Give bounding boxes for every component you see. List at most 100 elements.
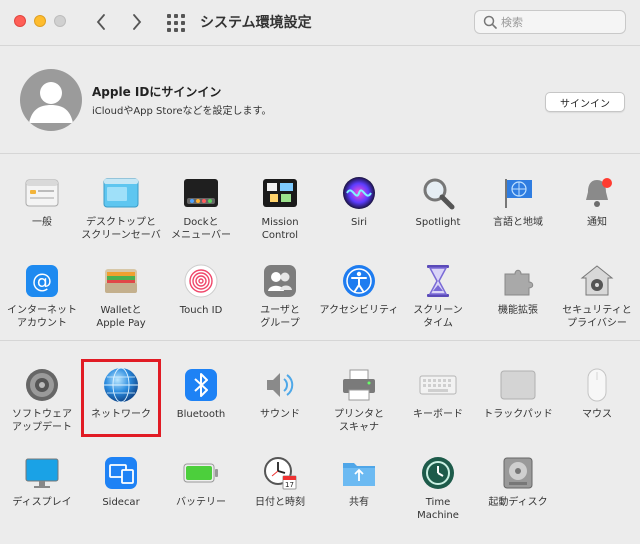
pane-label: バッテリー — [176, 497, 226, 508]
pane-battery[interactable]: バッテリー — [161, 454, 241, 530]
pane-accessibility[interactable]: アクセシビリティ — [319, 262, 399, 338]
pane-label: ディスプレイ — [12, 497, 72, 508]
pane-label: Bluetooth — [176, 409, 226, 420]
pane-internet-accounts[interactable]: @ インターネット アカウント — [2, 262, 82, 338]
pane-label: Walletと Apple Pay — [96, 305, 146, 329]
pane-label: Touch ID — [179, 305, 223, 316]
pane-label: Mission Control — [261, 217, 299, 241]
pane-software-update[interactable]: ソフトウェア アップデート — [2, 366, 82, 442]
notifications-icon — [578, 174, 616, 212]
window-title: システム環境設定 — [200, 15, 312, 31]
show-all-grid-icon[interactable] — [166, 13, 186, 33]
mouse-icon — [578, 366, 616, 404]
pane-screen-time[interactable]: スクリーン タイム — [398, 262, 478, 338]
search-box[interactable] — [474, 10, 626, 34]
pane-label: Sidecar — [102, 497, 140, 508]
pane-sound[interactable]: サウンド — [240, 366, 320, 442]
wallet-icon — [102, 262, 140, 300]
touch-id-icon — [182, 262, 220, 300]
pane-label: キーボード — [413, 409, 463, 420]
titlebar: システム環境設定 — [0, 0, 640, 46]
bluetooth-icon — [182, 366, 220, 404]
pane-dock-menubar[interactable]: Dockと メニューバー — [161, 174, 241, 250]
pane-label: アクセシビリティ — [319, 305, 399, 316]
pane-notifications[interactable]: 通知 — [557, 174, 637, 250]
pane-label: 通知 — [587, 217, 607, 228]
accessibility-icon — [340, 262, 378, 300]
pane-label: ユーザと グループ — [260, 305, 300, 329]
pane-label: 一般 — [32, 217, 52, 228]
pane-bluetooth[interactable]: Bluetooth — [161, 366, 241, 442]
sidecar-icon — [102, 454, 140, 492]
pane-label: Dockと メニューバー — [171, 217, 231, 241]
chevron-left-icon — [96, 14, 105, 30]
general-icon — [23, 174, 61, 212]
sign-in-button[interactable]: サインイン — [545, 92, 625, 112]
pane-label: プリンタと スキャナ — [334, 409, 384, 433]
pane-label: Spotlight — [415, 217, 461, 228]
users-groups-icon — [261, 262, 299, 300]
minimize-button[interactable] — [34, 15, 46, 27]
pane-startup-disk[interactable]: 起動ディスク — [478, 454, 558, 530]
pane-mission-control[interactable]: Mission Control — [240, 174, 320, 250]
pane-security-privacy[interactable]: セキュリティと プライバシー — [557, 262, 637, 338]
pane-language-region[interactable]: 言語と地域 — [478, 174, 558, 250]
pane-label: デスクトップと スクリーンセーバ — [81, 217, 161, 241]
pane-mouse[interactable]: マウス — [557, 366, 637, 442]
pane-wallet-apple-pay[interactable]: Walletと Apple Pay — [81, 262, 161, 338]
screen-time-icon — [419, 262, 457, 300]
pane-touch-id[interactable]: Touch ID — [161, 262, 241, 338]
keyboard-icon — [419, 366, 457, 404]
dock-icon — [182, 174, 220, 212]
pane-label: 言語と地域 — [493, 217, 543, 228]
pane-users-groups[interactable]: ユーザと グループ — [240, 262, 320, 338]
pane-label: 起動ディスク — [488, 497, 548, 508]
pane-general[interactable]: 一般 — [2, 174, 82, 250]
language-region-icon — [499, 174, 537, 212]
pane-label: セキュリティと プライバシー — [562, 305, 632, 329]
siri-icon — [340, 174, 378, 212]
software-update-icon — [23, 366, 61, 404]
avatar[interactable] — [20, 69, 82, 131]
search-icon — [479, 11, 501, 33]
close-button[interactable] — [14, 15, 26, 27]
sound-icon — [261, 366, 299, 404]
pane-label: サウンド — [260, 409, 300, 420]
network-highlight-box — [81, 359, 161, 437]
zoom-button[interactable] — [54, 15, 66, 27]
pane-label: 共有 — [349, 497, 369, 508]
time-machine-icon — [419, 454, 457, 492]
pane-siri[interactable]: Siri — [319, 174, 399, 250]
back-button[interactable] — [90, 10, 112, 34]
pane-label: 機能拡張 — [498, 305, 538, 316]
pane-desktop-screensaver[interactable]: デスクトップと スクリーンセーバ — [81, 174, 161, 250]
pane-label: Time Machine — [417, 497, 459, 521]
pane-date-time[interactable]: 17 日付と時刻 — [240, 454, 320, 530]
pane-displays[interactable]: ディスプレイ — [2, 454, 82, 530]
pane-label: マウス — [582, 409, 612, 420]
pane-sidecar[interactable]: Sidecar — [81, 454, 161, 530]
svg-text:17: 17 — [285, 481, 294, 489]
desktop-icon — [102, 174, 140, 212]
spotlight-icon — [419, 174, 457, 212]
apple-id-section: Apple IDにサインイン iCloudやApp Storeなどを設定します。… — [0, 47, 640, 154]
pane-label: Siri — [350, 217, 367, 228]
displays-icon — [23, 454, 61, 492]
pane-extensions[interactable]: 機能拡張 — [478, 262, 558, 338]
mission-control-icon — [261, 174, 299, 212]
pane-spotlight[interactable]: Spotlight — [398, 174, 478, 250]
pane-time-machine[interactable]: Time Machine — [398, 454, 478, 530]
pane-printers-scanners[interactable]: プリンタと スキャナ — [319, 366, 399, 442]
pane-label: スクリーン タイム — [413, 305, 463, 329]
search-input[interactable] — [501, 15, 611, 29]
pane-keyboard[interactable]: キーボード — [398, 366, 478, 442]
startup-disk-icon — [499, 454, 537, 492]
forward-button[interactable] — [126, 10, 148, 34]
pane-trackpad[interactable]: トラックパッド — [478, 366, 558, 442]
sharing-icon — [340, 454, 378, 492]
date-time-icon: 17 — [261, 454, 299, 492]
pane-label: 日付と時刻 — [255, 497, 305, 508]
trackpad-icon — [499, 366, 537, 404]
pane-sharing[interactable]: 共有 — [319, 454, 399, 530]
printer-icon — [340, 366, 378, 404]
